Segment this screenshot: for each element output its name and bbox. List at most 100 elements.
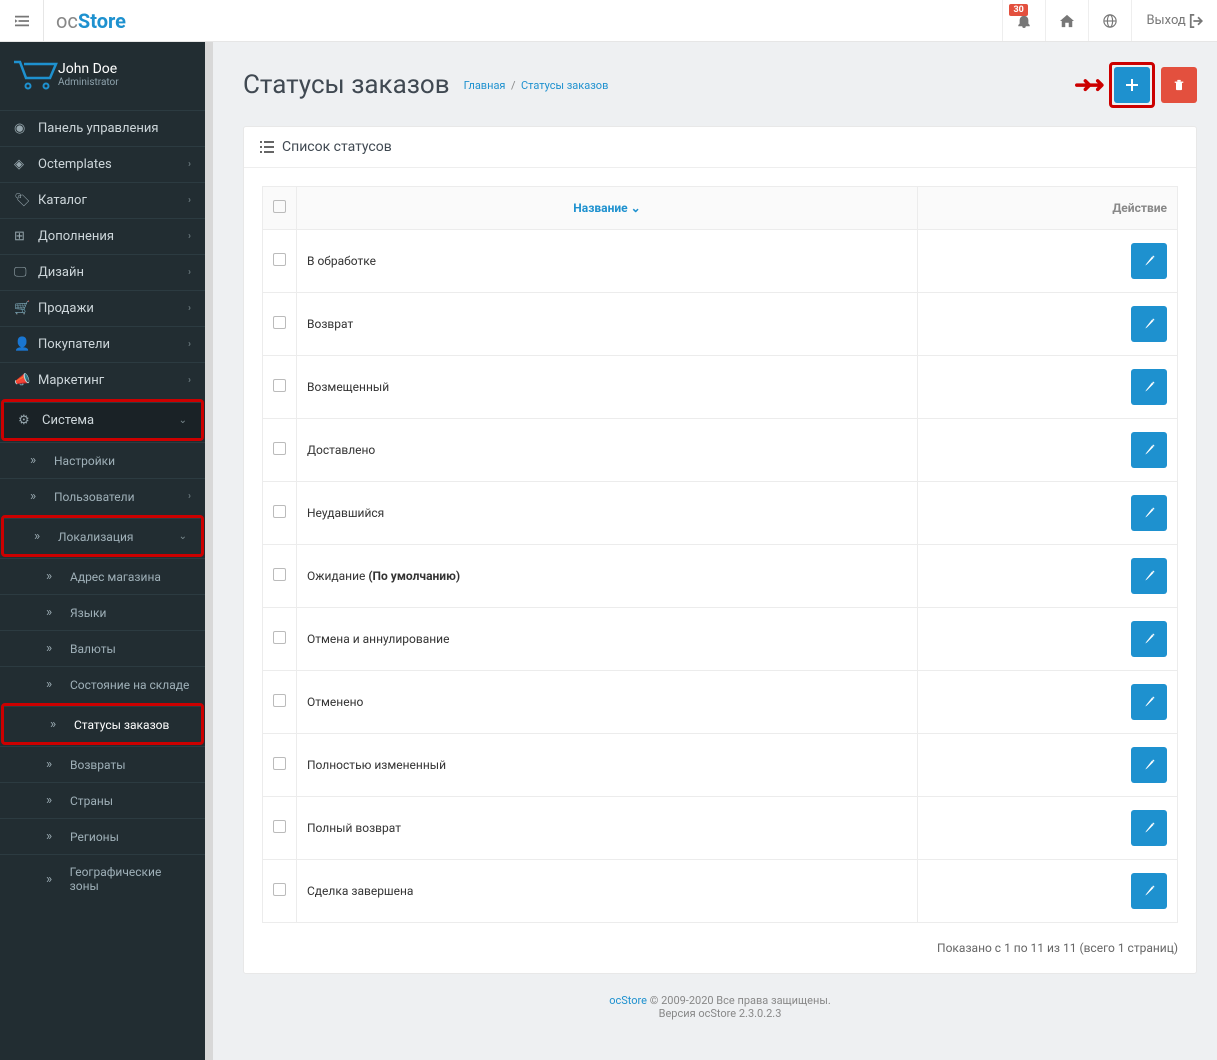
edit-button[interactable] <box>1131 432 1167 468</box>
table-row: Сделка завершена <box>263 860 1178 923</box>
home-icon <box>1060 14 1074 28</box>
row-name-cell: Доставлено <box>297 419 918 482</box>
chevron-right-icon: › <box>188 159 191 170</box>
row-checkbox[interactable] <box>273 505 286 518</box>
sidebar-item-languages[interactable]: »Языки <box>0 594 205 630</box>
pencil-icon <box>1143 444 1155 456</box>
angle-icon: » <box>46 829 64 844</box>
add-button[interactable] <box>1114 67 1150 103</box>
edit-button[interactable] <box>1131 243 1167 279</box>
angle-icon: » <box>34 529 52 544</box>
chevron-right-icon: › <box>188 339 191 350</box>
edit-button[interactable] <box>1131 495 1167 531</box>
sidebar-item-design[interactable]: 🖵Дизайн› <box>0 254 205 290</box>
header-right: 30 Выход <box>1002 0 1217 41</box>
select-all-checkbox[interactable] <box>273 200 286 213</box>
row-checkbox[interactable] <box>273 694 286 707</box>
footer-link[interactable]: ocStore <box>609 994 647 1007</box>
notifications-button[interactable]: 30 <box>1002 0 1045 41</box>
pencil-icon <box>1143 255 1155 267</box>
user-profile[interactable]: John Doe Administrator <box>0 42 205 110</box>
sidebar-item-octemplates[interactable]: ◈Octemplates› <box>0 146 205 182</box>
sidebar-item-users[interactable]: »Пользователи› <box>0 478 205 514</box>
delete-button[interactable] <box>1161 67 1197 103</box>
sidebar-item-currencies[interactable]: »Валюты <box>0 630 205 666</box>
list-icon <box>260 140 274 154</box>
edit-button[interactable] <box>1131 621 1167 657</box>
sort-name-link[interactable]: Название ⌄ <box>573 201 640 215</box>
breadcrumb: Главная / Статусы заказов <box>464 79 609 92</box>
sidebar-scrollbar[interactable] <box>205 42 213 1060</box>
pagination-info: Показано с 1 по 11 из 11 (всего 1 страни… <box>262 941 1178 955</box>
table-row: В обработке <box>263 230 1178 293</box>
row-name-cell: Сделка завершена <box>297 860 918 923</box>
globe-icon <box>1103 14 1117 28</box>
logout-label: Выход <box>1146 13 1185 28</box>
sidebar: John Doe Administrator ◉Панель управлени… <box>0 42 205 1060</box>
row-checkbox[interactable] <box>273 379 286 392</box>
system-submenu: »Настройки »Пользователи› »Локализация⌄ … <box>0 442 205 903</box>
sidebar-item-customers[interactable]: 👤Покупатели› <box>0 326 205 362</box>
sidebar-item-countries[interactable]: »Страны <box>0 782 205 818</box>
sidebar-item-order-statuses[interactable]: »Статусы заказов <box>4 706 201 742</box>
edit-button[interactable] <box>1131 558 1167 594</box>
sidebar-item-regions[interactable]: »Регионы <box>0 818 205 854</box>
chevron-right-icon: › <box>188 231 191 242</box>
chevron-right-icon: › <box>188 375 191 386</box>
sidebar-item-dashboard[interactable]: ◉Панель управления <box>0 110 205 146</box>
user-icon: 👤 <box>14 337 32 352</box>
logout-button[interactable]: Выход <box>1131 0 1217 41</box>
edit-button[interactable] <box>1131 873 1167 909</box>
sidebar-item-catalog[interactable]: 🏷Каталог› <box>0 182 205 218</box>
logo-accent: Store <box>78 9 126 33</box>
row-name-cell: Полностью измененный <box>297 734 918 797</box>
cart-avatar-icon <box>10 56 58 92</box>
store-logo[interactable]: ocStore <box>44 9 138 33</box>
sidebar-item-settings[interactable]: »Настройки <box>0 442 205 478</box>
pencil-icon <box>1143 759 1155 771</box>
sidebar-item-store-address[interactable]: »Адрес магазина <box>0 558 205 594</box>
angle-icon: » <box>50 717 68 732</box>
sidebar-item-sales[interactable]: 🛒Продажи› <box>0 290 205 326</box>
col-action-header: Действие <box>918 187 1178 230</box>
storefront-button[interactable] <box>1088 0 1131 41</box>
angle-icon: » <box>30 489 48 504</box>
sidebar-item-extensions[interactable]: ⊞Дополнения› <box>0 218 205 254</box>
pencil-icon <box>1143 885 1155 897</box>
row-checkbox[interactable] <box>273 568 286 581</box>
angle-icon: » <box>46 605 64 620</box>
sidebar-item-stock-statuses[interactable]: »Состояние на складе <box>0 666 205 702</box>
chevron-right-icon: › <box>188 267 191 278</box>
cart-icon: 🛒 <box>14 301 32 316</box>
row-checkbox[interactable] <box>273 883 286 896</box>
breadcrumb-home[interactable]: Главная <box>464 79 506 92</box>
angle-icon: » <box>46 757 64 772</box>
sidebar-item-returns[interactable]: »Возвраты <box>0 746 205 782</box>
edit-button[interactable] <box>1131 306 1167 342</box>
pencil-icon <box>1143 822 1155 834</box>
row-checkbox[interactable] <box>273 631 286 644</box>
status-table: Название ⌄ Действие В обработке Возврат … <box>262 186 1178 923</box>
row-checkbox[interactable] <box>273 316 286 329</box>
row-checkbox[interactable] <box>273 757 286 770</box>
edit-button[interactable] <box>1131 747 1167 783</box>
avatar <box>10 56 58 92</box>
sidebar-item-localization[interactable]: »Локализация⌄ <box>4 518 201 554</box>
notification-badge: 30 <box>1009 4 1027 16</box>
row-checkbox[interactable] <box>273 442 286 455</box>
sidebar-item-geo-zones[interactable]: »Географические зоны <box>0 854 205 903</box>
table-row: Отменено <box>263 671 1178 734</box>
row-checkbox[interactable] <box>273 820 286 833</box>
sidebar-item-system[interactable]: ⚙Система⌄ <box>4 402 201 438</box>
edit-button[interactable] <box>1131 810 1167 846</box>
edit-button[interactable] <box>1131 369 1167 405</box>
sidebar-item-marketing[interactable]: 📣Маркетинг› <box>0 362 205 398</box>
breadcrumb-current[interactable]: Статусы заказов <box>521 79 608 92</box>
home-button[interactable] <box>1045 0 1088 41</box>
row-name-cell: Неудавшийся <box>297 482 918 545</box>
footer: ocStore © 2009-2020 Все права защищены. … <box>243 974 1197 1030</box>
sidebar-toggle[interactable] <box>0 0 44 42</box>
row-checkbox[interactable] <box>273 253 286 266</box>
footer-version: Версия ocStore 2.3.0.2.3 <box>243 1007 1197 1020</box>
edit-button[interactable] <box>1131 684 1167 720</box>
